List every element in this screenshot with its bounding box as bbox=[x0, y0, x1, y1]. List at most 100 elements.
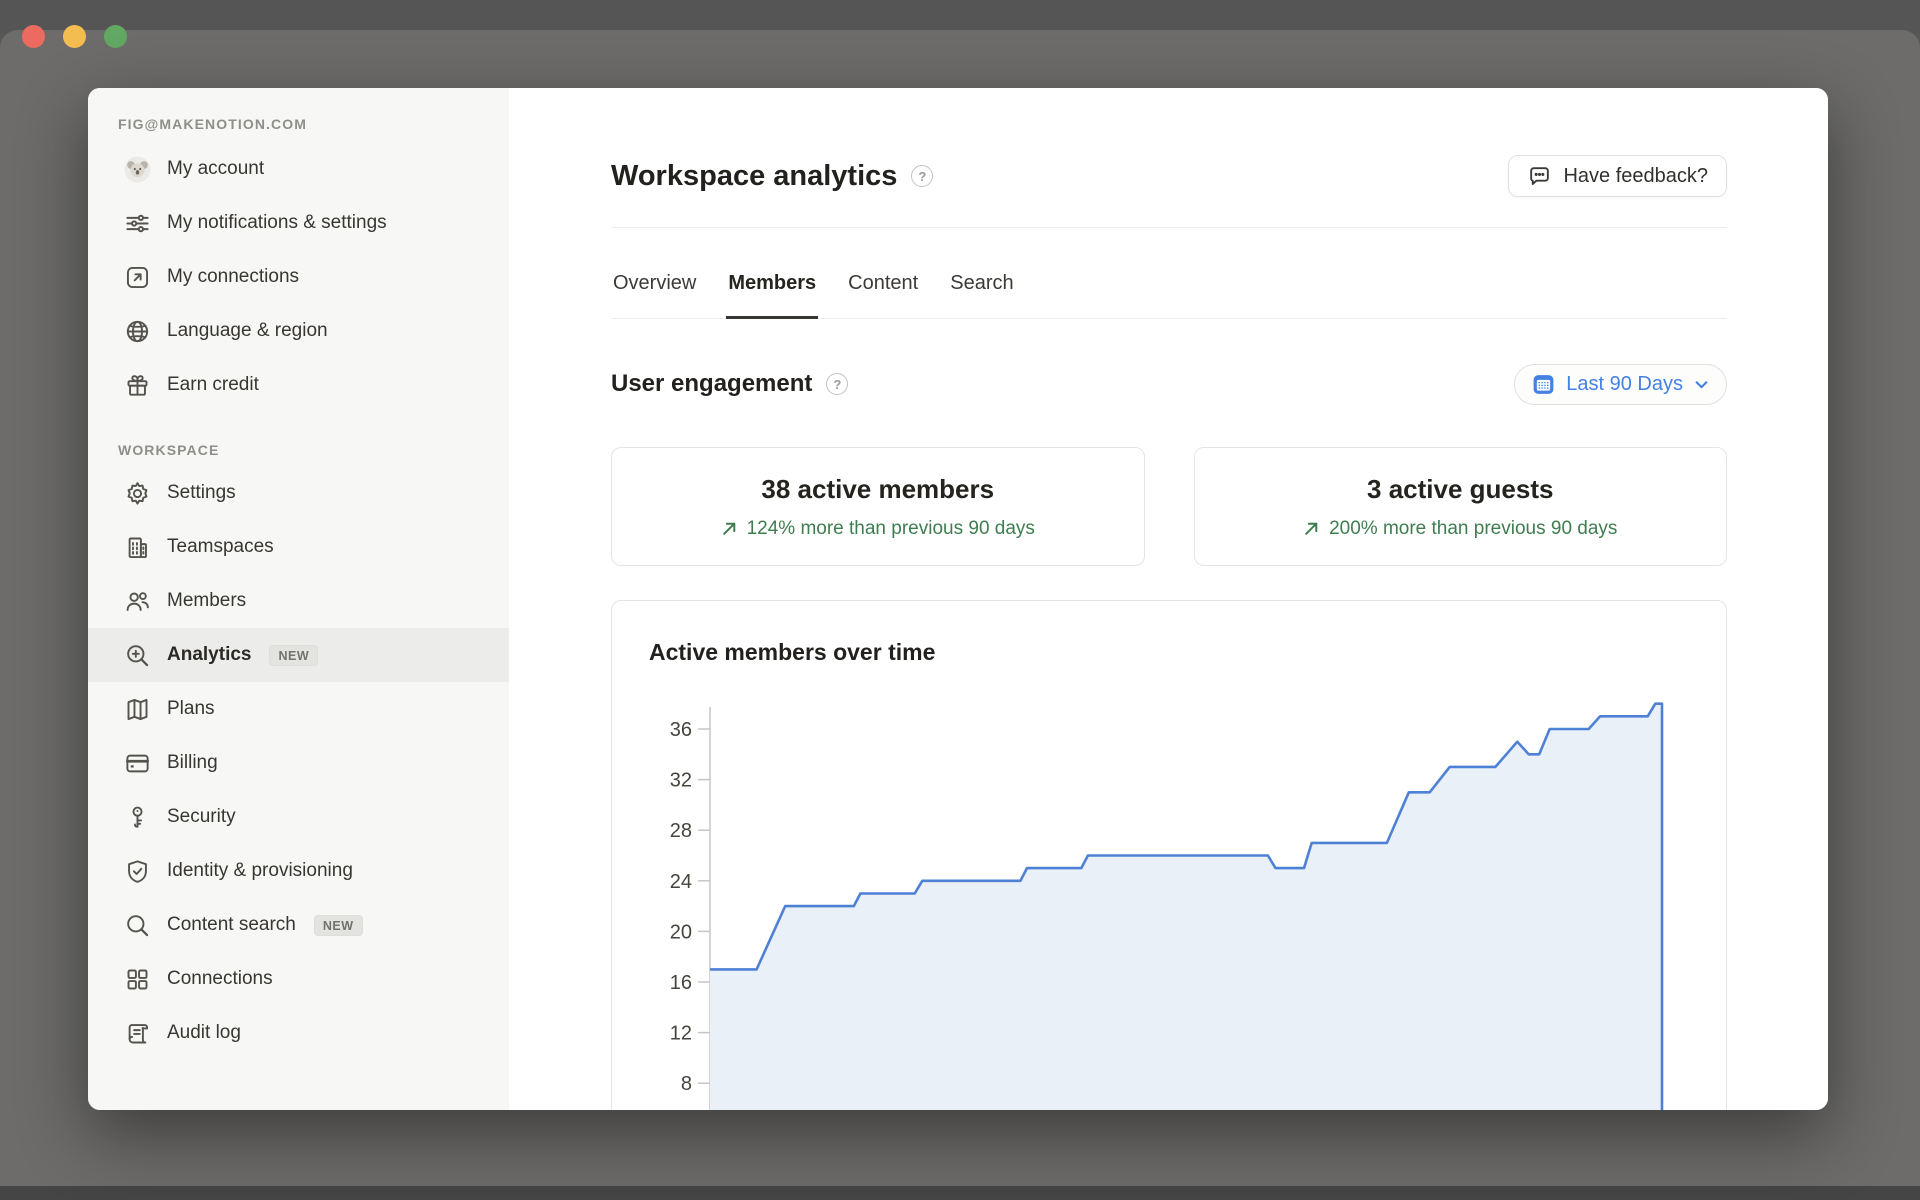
trend-up-icon bbox=[721, 520, 738, 537]
stat-value: 3 active guests bbox=[1367, 474, 1553, 505]
gear-icon bbox=[124, 480, 151, 507]
feedback-bubble-icon bbox=[1527, 164, 1552, 189]
stat-cards-row: 38 active members 124% more than previous… bbox=[611, 447, 1727, 566]
sidebar-item-label: My notifications & settings bbox=[167, 210, 387, 236]
engagement-help-icon[interactable]: ? bbox=[826, 373, 848, 395]
sidebar-item-my-account[interactable]: My account bbox=[88, 142, 509, 196]
sidebar-item-label: My connections bbox=[167, 264, 299, 290]
new-badge: NEW bbox=[269, 645, 318, 666]
traffic-light-close[interactable] bbox=[22, 25, 45, 48]
stat-delta: 124% more than previous 90 days bbox=[721, 518, 1035, 540]
header-divider bbox=[611, 227, 1727, 228]
main-content: Workspace analytics ? Have feedback? Ove… bbox=[509, 88, 1828, 1110]
sidebar-item-members[interactable]: Members bbox=[88, 574, 509, 628]
account-nav: My account My notifications & settings My … bbox=[88, 142, 509, 412]
sidebar-item-plans[interactable]: Plans bbox=[88, 682, 509, 736]
sidebar-item-audit-log[interactable]: Audit log bbox=[88, 1006, 509, 1060]
y-tick-label: 16 bbox=[670, 972, 692, 994]
page-header: Workspace analytics ? Have feedback? bbox=[611, 152, 1727, 200]
menu-bar-band bbox=[0, 0, 1920, 34]
trend-up-icon bbox=[1303, 520, 1320, 537]
sidebar-item-label: Plans bbox=[167, 696, 215, 722]
building-icon bbox=[124, 534, 151, 561]
tabs-bar: Overview Members Content Search bbox=[611, 266, 1727, 319]
sidebar-item-label: Members bbox=[167, 588, 246, 614]
sidebar-item-content-search[interactable]: Content search NEW bbox=[88, 898, 509, 952]
sidebar-item-identity-provisioning[interactable]: Identity & provisioning bbox=[88, 844, 509, 898]
shield-check-icon bbox=[124, 858, 151, 885]
tab-search[interactable]: Search bbox=[948, 266, 1015, 319]
y-tick-label: 36 bbox=[670, 719, 692, 741]
date-range-label: Last 90 Days bbox=[1566, 373, 1683, 396]
sidebar-item-label: Language & region bbox=[167, 318, 328, 344]
grid-icon bbox=[124, 966, 151, 993]
y-tick-label: 24 bbox=[670, 871, 692, 893]
globe-icon bbox=[124, 318, 151, 345]
sidebar-item-label: Security bbox=[167, 804, 236, 830]
help-icon[interactable]: ? bbox=[911, 165, 933, 187]
new-badge: NEW bbox=[314, 915, 363, 936]
sidebar-item-analytics[interactable]: Analytics NEW bbox=[88, 628, 509, 682]
sidebar-item-label: Earn credit bbox=[167, 372, 259, 398]
workspace-section-label: WORKSPACE bbox=[88, 442, 509, 458]
credit-card-icon bbox=[124, 750, 151, 777]
settings-sidebar: FIG@MAKENOTION.COM My account My notifica… bbox=[88, 88, 509, 1110]
tab-content[interactable]: Content bbox=[846, 266, 920, 319]
bottom-strip bbox=[0, 1186, 1920, 1200]
y-tick-label: 12 bbox=[670, 1023, 692, 1045]
magnifier-plus-icon bbox=[124, 642, 151, 669]
sidebar-item-label: Identity & provisioning bbox=[167, 858, 353, 884]
stat-value: 38 active members bbox=[761, 474, 994, 505]
sidebar-item-billing[interactable]: Billing bbox=[88, 736, 509, 790]
y-tick-label: 8 bbox=[681, 1073, 692, 1095]
stat-card-38-active-members: 38 active members 124% more than previous… bbox=[611, 447, 1145, 566]
date-range-button[interactable]: Last 90 Days bbox=[1514, 364, 1727, 405]
sidebar-item-earn-credit[interactable]: Earn credit bbox=[88, 358, 509, 412]
sidebar-item-label: Teamspaces bbox=[167, 534, 274, 560]
sidebar-item-my-notifications-settings[interactable]: My notifications & settings bbox=[88, 196, 509, 250]
stat-delta-text: 124% more than previous 90 days bbox=[747, 518, 1035, 540]
page-title: Workspace analytics bbox=[611, 160, 897, 193]
stat-delta: 200% more than previous 90 days bbox=[1303, 518, 1617, 540]
y-tick-label: 32 bbox=[670, 770, 692, 792]
traffic-light-minimize[interactable] bbox=[63, 25, 86, 48]
engagement-header: User engagement ? Last 90 Days bbox=[611, 363, 1727, 405]
sidebar-item-language-region[interactable]: Language & region bbox=[88, 304, 509, 358]
sidebar-item-label: Settings bbox=[167, 480, 236, 506]
have-feedback-label: Have feedback? bbox=[1563, 165, 1708, 188]
y-tick-label: 20 bbox=[670, 921, 692, 943]
sidebar-item-label: Analytics bbox=[167, 642, 251, 668]
sidebar-item-teamspaces[interactable]: Teamspaces bbox=[88, 520, 509, 574]
sidebar-item-label: Connections bbox=[167, 966, 273, 992]
tab-members[interactable]: Members bbox=[726, 266, 818, 319]
sidebar-item-connections[interactable]: Connections bbox=[88, 952, 509, 1006]
map-icon bbox=[124, 696, 151, 723]
user-engagement-heading: User engagement bbox=[611, 370, 812, 398]
key-icon bbox=[124, 804, 151, 831]
settings-window: FIG@MAKENOTION.COM My account My notifica… bbox=[88, 88, 1828, 1110]
people-icon bbox=[124, 588, 151, 615]
sidebar-item-label: Billing bbox=[167, 750, 218, 776]
account-email: FIG@MAKENOTION.COM bbox=[88, 116, 509, 132]
chart-card: Active members over time 363228242016128 bbox=[611, 600, 1727, 1110]
sidebar-item-label: Audit log bbox=[167, 1020, 241, 1046]
sidebar-item-label: My account bbox=[167, 156, 264, 182]
arrow-square-out-icon bbox=[124, 264, 151, 291]
gift-icon bbox=[124, 372, 151, 399]
window-controls bbox=[22, 25, 127, 48]
stat-delta-text: 200% more than previous 90 days bbox=[1329, 518, 1617, 540]
y-tick-label: 28 bbox=[670, 820, 692, 842]
chevron-down-icon bbox=[1693, 376, 1710, 393]
traffic-light-zoom[interactable] bbox=[104, 25, 127, 48]
sidebar-item-label: Content search bbox=[167, 912, 296, 938]
sidebar-item-my-connections[interactable]: My connections bbox=[88, 250, 509, 304]
tab-overview[interactable]: Overview bbox=[611, 266, 698, 319]
have-feedback-button[interactable]: Have feedback? bbox=[1508, 155, 1727, 197]
workspace-nav: Settings Teamspaces Members Analytics NEW Pla… bbox=[88, 466, 509, 1060]
avatar-icon bbox=[124, 156, 151, 183]
magnifier-icon bbox=[124, 912, 151, 939]
active-members-chart: 36 32 28 24 20 16 12 8 bbox=[612, 601, 1726, 1110]
sidebar-item-security[interactable]: Security bbox=[88, 790, 509, 844]
calendar-icon bbox=[1531, 372, 1556, 397]
sidebar-item-settings[interactable]: Settings bbox=[88, 466, 509, 520]
